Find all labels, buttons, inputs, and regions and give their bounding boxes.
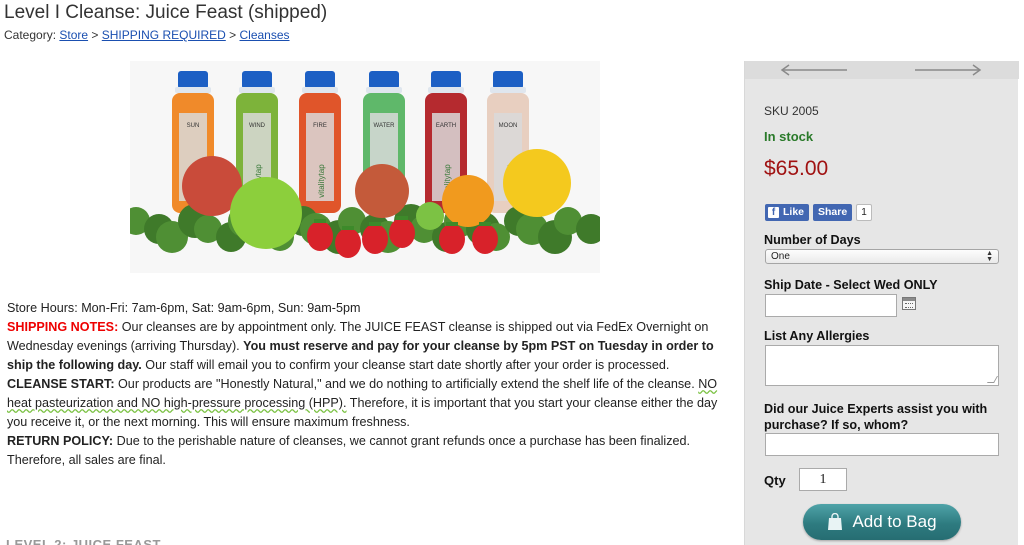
facebook-like-label: Like [783, 206, 805, 218]
bottle-label-text: SUN [187, 123, 200, 129]
prev-arrow-icon[interactable] [779, 63, 849, 77]
bottle-cap [493, 71, 523, 89]
breadcrumb-link-cleanses[interactable]: Cleanses [240, 28, 290, 42]
add-to-bag-label: Add to Bag [852, 512, 937, 531]
facebook-icon: f [768, 206, 779, 218]
bottle-label-text: MOON [499, 123, 518, 129]
bottle-neck [428, 87, 464, 93]
juice-bottles-illustration: SUNvitalitytapWINDvitalitytapFIREvitalit… [130, 61, 600, 273]
strawberry [362, 224, 388, 254]
strawberry-leaf [396, 216, 408, 220]
strawberry [307, 221, 333, 251]
allergies-textarea[interactable] [765, 345, 999, 386]
strawberry [439, 224, 465, 254]
strawberry-leaf [446, 222, 458, 226]
shipping-notes: SHIPPING NOTES: Our cleanses are by appo… [7, 318, 729, 375]
breadcrumb-link-shipping-required[interactable]: SHIPPING REQUIRED [102, 28, 226, 42]
stock-status: In stock [764, 129, 814, 144]
shipping-notes-label: SHIPPING NOTES: [7, 320, 119, 334]
lemon [503, 149, 571, 217]
bottle-cap [369, 71, 399, 89]
breadcrumb: Category: Store > SHIPPING REQUIRED > Cl… [4, 28, 290, 42]
ship-date-input[interactable] [765, 294, 897, 317]
purchase-panel: SKU 2005 In stock $65.00 f Like Share 1 … [744, 61, 1019, 545]
assist-input[interactable] [765, 433, 999, 456]
facebook-like-button[interactable]: f Like [765, 203, 810, 221]
qty-input[interactable]: 1 [799, 468, 847, 491]
breadcrumb-separator: > [229, 28, 237, 42]
shopping-bag-icon [827, 512, 843, 531]
bottle-brand-text: vitalitytap [317, 164, 326, 198]
bottle-neck [175, 87, 211, 93]
allergies-label: List Any Allergies [764, 329, 870, 343]
strawberry-leaf [479, 222, 491, 226]
select-arrows-icon: ▲ ▼ [986, 250, 993, 263]
strawberry-leaf [314, 219, 326, 223]
bottle-label-text: WATER [374, 123, 396, 129]
strawberry [389, 218, 415, 248]
strawberry [335, 228, 361, 258]
bottle-label-text: EARTH [436, 123, 456, 129]
facebook-share-button[interactable]: Share [813, 203, 853, 221]
bottle-label-text: FIRE [313, 123, 327, 129]
calendar-icon[interactable] [902, 297, 916, 310]
days-select-value: One [771, 251, 790, 262]
cleanse-start-text: Our products are "Honestly Natural," and… [114, 377, 699, 391]
next-arrow-icon[interactable] [913, 63, 983, 77]
bottle-neck [302, 87, 338, 93]
strawberry [472, 224, 498, 254]
cleanse-start-label: CLEANSE START: [7, 377, 115, 391]
breadcrumb-prefix: Category: [4, 28, 57, 42]
days-select[interactable]: One ▲ ▼ [765, 249, 999, 264]
orange [442, 175, 494, 227]
bottle-neck [366, 87, 402, 93]
gallery-nav [745, 61, 1019, 79]
next-section-heading: LEVEL 2: JUICE FEAST [6, 537, 161, 545]
ship-date-label: Ship Date - Select Wed ONLY [764, 278, 938, 292]
cleanse-start: CLEANSE START: Our products are "Honestl… [7, 375, 729, 432]
product-image[interactable]: SUNvitalitytapWINDvitalitytapFIREvitalit… [130, 61, 600, 273]
product-description: Store Hours: Mon-Fri: 7am-6pm, Sat: 9am-… [7, 299, 729, 470]
bottle-cap [242, 71, 272, 89]
bottle-neck [239, 87, 275, 93]
breadcrumb-separator: > [91, 28, 99, 42]
return-policy: RETURN POLICY: Due to the perishable nat… [7, 432, 729, 470]
price: $65.00 [764, 157, 829, 180]
lime [416, 202, 444, 230]
sku: SKU 2005 [764, 104, 819, 118]
shipping-notes-text-2: Our staff will email you to confirm your… [141, 358, 670, 372]
bottle-cap [305, 71, 335, 89]
bottle-cap [178, 71, 208, 89]
strawberry-leaf [369, 222, 381, 226]
strawberry-leaf [342, 226, 354, 230]
breadcrumb-link-store[interactable]: Store [59, 28, 88, 42]
return-policy-label: RETURN POLICY: [7, 434, 114, 448]
red-apple [355, 164, 409, 218]
store-hours: Store Hours: Mon-Fri: 7am-6pm, Sat: 9am-… [7, 301, 361, 315]
bottle-neck [490, 87, 526, 93]
add-to-bag-button[interactable]: Add to Bag [803, 504, 961, 540]
days-label: Number of Days [764, 233, 861, 247]
bottle-label-text: WIND [249, 123, 266, 129]
bottle-cap [431, 71, 461, 89]
qty-label: Qty [764, 473, 786, 488]
share-count: 1 [856, 203, 872, 221]
social-buttons: f Like Share 1 [765, 203, 872, 221]
page-title: Level I Cleanse: Juice Feast (shipped) [4, 2, 328, 23]
assist-label: Did our Juice Experts assist you with pu… [764, 402, 988, 432]
green-apple [230, 177, 302, 249]
